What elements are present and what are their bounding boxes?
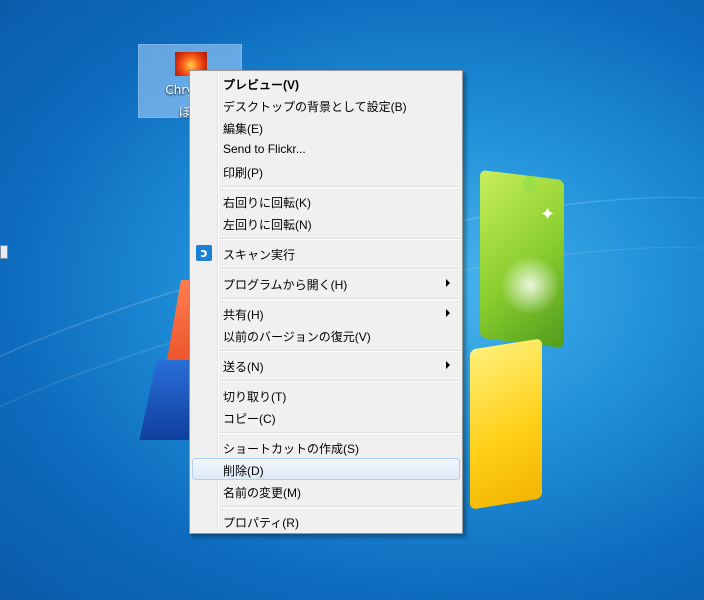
menu-separator (220, 238, 460, 239)
wallpaper-glow (500, 255, 560, 315)
menu-item-label: 以前のバージョンの復元(V) (223, 330, 371, 344)
menu-item-label: 送る(N) (223, 360, 264, 374)
menu-item-rename[interactable]: 名前の変更(M) (192, 480, 460, 502)
menu-item-preview[interactable]: プレビュー(V) (192, 72, 460, 94)
menu-item-label: プレビュー(V) (223, 78, 299, 92)
menu-item-label: Send to Flickr... (223, 142, 306, 156)
menu-item-properties[interactable]: プロパティ(R) (192, 510, 460, 532)
scan-icon: ↄ (196, 245, 212, 261)
menu-item-label: 編集(E) (223, 122, 263, 136)
menu-separator (220, 380, 460, 381)
menu-separator (220, 432, 460, 433)
menu-item-label: ショートカットの作成(S) (223, 442, 359, 456)
menu-item-rotate-counterclockwise[interactable]: 左回りに回転(N) (192, 212, 460, 234)
menu-item-delete[interactable]: 削除(D) (192, 458, 460, 480)
menu-item-send-to[interactable]: 送る(N) (192, 354, 460, 376)
menu-item-label: デスクトップの背景として設定(B) (223, 100, 407, 114)
menu-item-cut[interactable]: 切り取り(T) (192, 384, 460, 406)
menu-item-label: 左回りに回転(N) (223, 218, 312, 232)
menu-item-label: 共有(H) (223, 308, 264, 322)
menu-separator (220, 268, 460, 269)
submenu-arrow-icon (446, 279, 450, 287)
menu-item-label: スキャン実行 (223, 248, 296, 262)
desktop-edge-icon[interactable] (0, 245, 8, 259)
menu-item-label: コピー(C) (223, 412, 276, 426)
submenu-arrow-icon (446, 309, 450, 317)
menu-item-label: 切り取り(T) (223, 390, 287, 404)
menu-separator (220, 506, 460, 507)
menu-item-label: プロパティ(R) (223, 516, 299, 530)
menu-item-set-desktop-background[interactable]: デスクトップの背景として設定(B) (192, 94, 460, 116)
menu-item-share[interactable]: 共有(H) (192, 302, 460, 324)
menu-separator (220, 350, 460, 351)
menu-item-edit[interactable]: 編集(E) (192, 116, 460, 138)
menu-item-send-to-flickr[interactable]: Send to Flickr... (192, 138, 460, 160)
context-menu: プレビュー(V) デスクトップの背景として設定(B) 編集(E) Send to… (189, 70, 463, 534)
menu-item-label: プログラムから開く(H) (223, 278, 348, 292)
menu-item-label: 名前の変更(M) (223, 486, 301, 500)
menu-separator (220, 298, 460, 299)
menu-item-create-shortcut[interactable]: ショートカットの作成(S) (192, 436, 460, 458)
menu-separator (220, 186, 460, 187)
butterfly-icon: ✦ (540, 204, 556, 225)
menu-item-scan[interactable]: ↄ スキャン実行 (192, 242, 460, 264)
menu-item-copy[interactable]: コピー(C) (192, 406, 460, 428)
submenu-arrow-icon (446, 361, 450, 369)
menu-item-open-with[interactable]: プログラムから開く(H) (192, 272, 460, 294)
menu-item-rotate-clockwise[interactable]: 右回りに回転(K) (192, 190, 460, 212)
windows-logo-yellow-pane (470, 338, 542, 510)
menu-item-label: 右回りに回転(K) (223, 196, 311, 210)
menu-item-label: 削除(D) (223, 464, 264, 478)
menu-item-restore-previous-versions[interactable]: 以前のバージョンの復元(V) (192, 324, 460, 346)
menu-item-print[interactable]: 印刷(P) (192, 160, 460, 182)
menu-item-label: 印刷(P) (223, 166, 263, 180)
